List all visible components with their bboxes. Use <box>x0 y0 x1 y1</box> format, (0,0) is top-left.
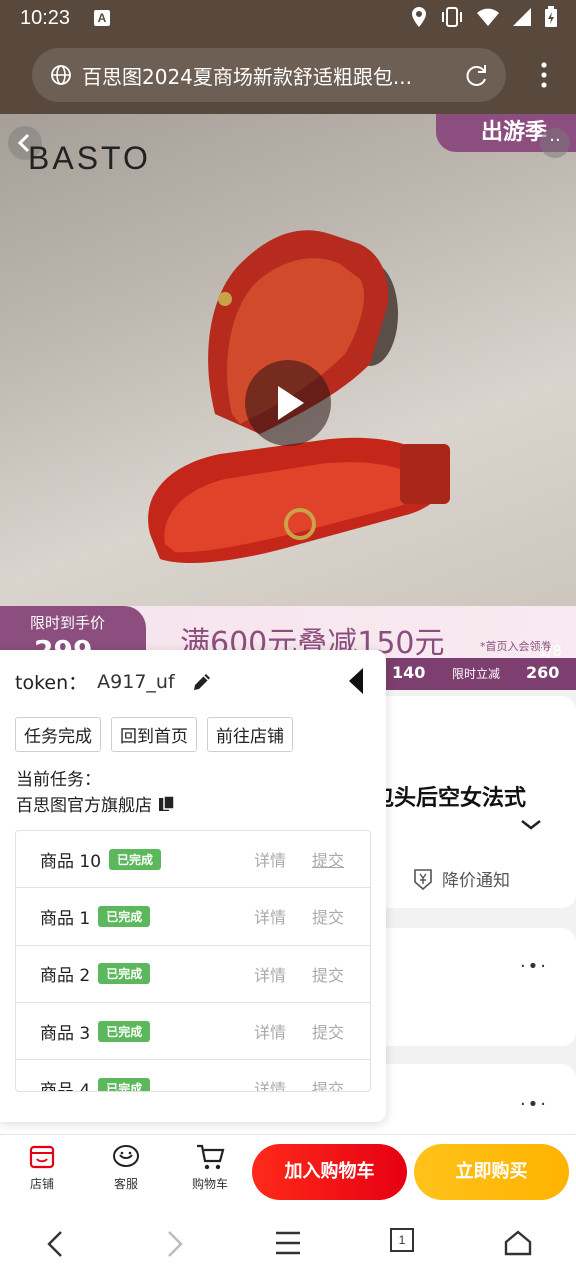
hero-more-button[interactable]: ·· <box>540 128 570 158</box>
globe-icon <box>51 65 71 85</box>
store-label: 店铺 <box>29 1177 54 1191</box>
service-button[interactable]: 客服 <box>96 1143 156 1192</box>
task-name: 商品 4 <box>40 1080 91 1092</box>
detail-link[interactable]: 详情 <box>254 904 286 928</box>
token-value: A917_uf <box>97 670 175 693</box>
app-notification-icon: A <box>94 10 110 26</box>
task-name: 商品 3 <box>40 1023 91 1044</box>
task-name: 商品 1 <box>40 908 91 929</box>
task-list: 商品 10 已完成 详情 提交 商品 1 已完成 详情 提交 商品 2 已完成 … <box>15 830 371 1092</box>
more-dots-icon[interactable]: ·•· <box>520 956 548 977</box>
task-row: 商品 4 已完成 详情 提交 <box>16 1060 370 1092</box>
promo-badge-text: 限时立减 <box>452 667 501 681</box>
home-icon[interactable] <box>504 1230 532 1256</box>
copy-icon[interactable] <box>158 794 176 813</box>
submit-link[interactable]: 提交 <box>312 1076 344 1091</box>
forward-icon[interactable] <box>162 1230 186 1258</box>
cart-label: 购物车 <box>191 1177 228 1191</box>
buy-now-button[interactable]: 立即购买 <box>414 1144 569 1200</box>
submit-link[interactable]: 提交 <box>312 962 344 986</box>
price-notify-label: 降价通知 <box>442 871 510 891</box>
status-icons <box>410 6 558 28</box>
service-label: 客服 <box>113 1177 138 1191</box>
status-badge: 已完成 <box>98 963 151 985</box>
detail-link[interactable]: 详情 <box>254 1019 286 1043</box>
vibrate-icon <box>442 7 462 27</box>
home-button[interactable]: 回到首页 <box>111 717 197 752</box>
store-icon <box>29 1145 55 1169</box>
status-bar: 10:23 A <box>0 0 576 38</box>
current-task-label: 当前任务： <box>16 770 101 790</box>
status-badge: 已完成 <box>98 905 151 927</box>
promo-price-2: 260 <box>526 663 560 682</box>
chat-icon <box>113 1145 139 1167</box>
tabs-button[interactable]: 1 <box>390 1228 414 1252</box>
cart-icon <box>197 1144 225 1170</box>
product-hero-image[interactable]: BASTO 出游季 ·· 限时到手价 299 满600元叠减150元 *首页入会… <box>0 114 576 690</box>
wifi-icon <box>477 8 499 26</box>
url-title: 百思图2024夏商场新款舒适粗跟包... <box>82 65 412 89</box>
browser-nav-bar: 1 <box>0 1208 576 1280</box>
go-to-store-button[interactable]: 前往店铺 <box>207 717 293 752</box>
play-icon <box>278 386 304 420</box>
back-icon[interactable] <box>44 1230 68 1258</box>
task-panel: token： A917_uf 任务完成 回到首页 前往店铺 当前任务： 百思图官… <box>0 650 386 1122</box>
status-badge: 已完成 <box>109 848 162 870</box>
promo-tag-label: 限时到手价 <box>30 614 106 632</box>
task-row: 商品 2 已完成 详情 提交 <box>16 946 370 1003</box>
current-task-store-name: 百思图官方旗舰店 <box>16 796 152 816</box>
image-page-indicator: 1/8 <box>537 642 562 660</box>
price-tag-icon <box>414 868 432 890</box>
edit-icon[interactable] <box>191 671 213 693</box>
promo-price-1: 140 <box>392 663 426 682</box>
task-name: 商品 2 <box>40 966 91 987</box>
collapse-panel-icon[interactable] <box>348 668 364 694</box>
task-row: 商品 1 已完成 详情 提交 <box>16 888 370 946</box>
panel-actions: 任务完成 回到首页 前往店铺 <box>15 717 293 752</box>
token-label: token： <box>15 672 88 694</box>
battery-icon <box>545 6 557 27</box>
detail-link[interactable]: 详情 <box>254 847 286 871</box>
status-badge: 已完成 <box>98 1020 151 1042</box>
status-time: 10:23 <box>20 7 71 29</box>
submit-link[interactable]: 提交 <box>312 904 344 928</box>
task-name: 商品 10 <box>40 851 102 872</box>
brand-logo: BASTO <box>28 140 151 176</box>
address-bar[interactable]: 百思图2024夏商场新款舒适粗跟包... <box>32 48 506 102</box>
cart-button[interactable]: 购物车 <box>180 1143 240 1192</box>
product-title: 包头后空女法式 <box>372 786 527 811</box>
task-row: 商品 3 已完成 详情 提交 <box>16 1003 370 1061</box>
purchase-action-bar: 店铺 客服 购物车 加入购物车 立即购买 <box>0 1134 576 1208</box>
reload-icon[interactable] <box>464 62 490 88</box>
status-badge: 已完成 <box>98 1077 151 1091</box>
detail-link[interactable]: 详情 <box>254 1076 286 1091</box>
submit-link[interactable]: 提交 <box>312 847 344 871</box>
token-row: token： A917_uf <box>15 668 213 695</box>
browser-toolbar: 百思图2024夏商场新款舒适粗跟包... <box>0 38 576 114</box>
video-play-button[interactable] <box>245 360 331 446</box>
task-complete-button[interactable]: 任务完成 <box>15 717 101 752</box>
task-row: 商品 10 已完成 详情 提交 <box>16 831 370 889</box>
more-menu-icon[interactable] <box>540 62 548 88</box>
location-icon <box>412 7 426 27</box>
chevron-down-icon[interactable] <box>520 818 542 832</box>
detail-link[interactable]: 详情 <box>254 962 286 986</box>
price-notify-button[interactable]: 降价通知 <box>412 866 510 891</box>
add-to-cart-button[interactable]: 加入购物车 <box>252 1144 407 1200</box>
store-button[interactable]: 店铺 <box>12 1143 72 1192</box>
more-dots-icon[interactable]: ·•· <box>520 1094 548 1115</box>
hamburger-menu-icon[interactable] <box>274 1230 302 1256</box>
current-task-store: 百思图官方旗舰店 <box>16 791 176 816</box>
signal-icon <box>513 8 531 26</box>
submit-link[interactable]: 提交 <box>312 1019 344 1043</box>
